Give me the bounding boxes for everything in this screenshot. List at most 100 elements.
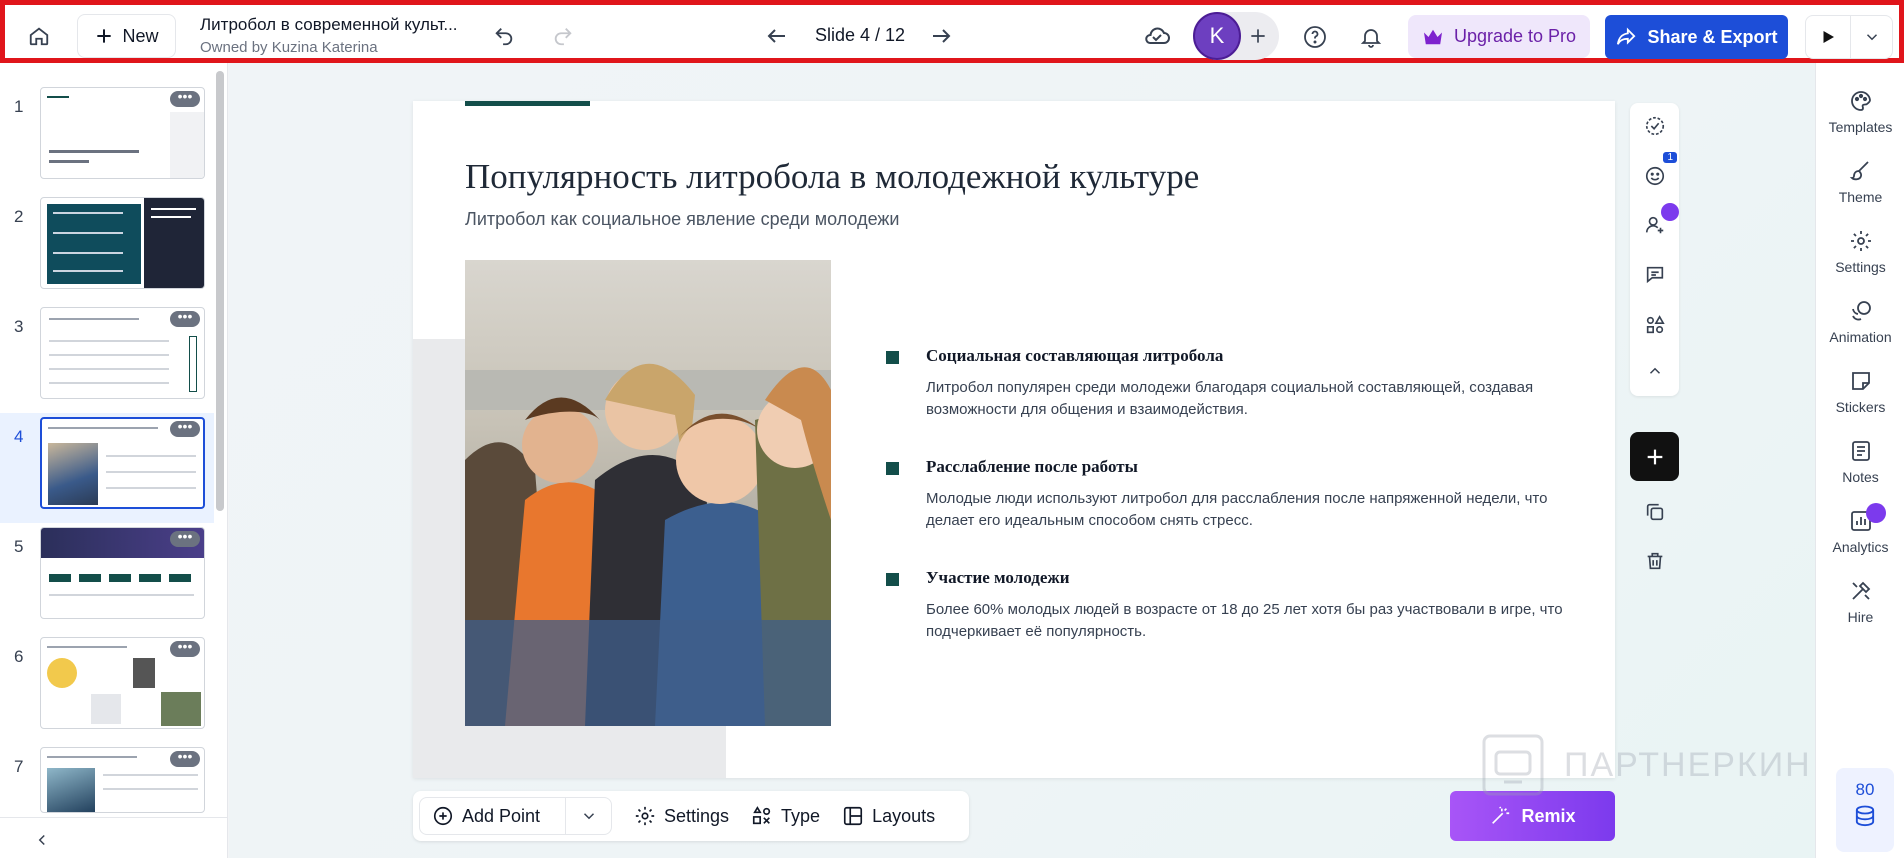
slide-settings-button[interactable]: Settings <box>634 805 729 827</box>
sidebar-item-notes[interactable]: Notes <box>1816 435 1904 495</box>
collapse-panel-button[interactable] <box>30 828 54 852</box>
sidebar-item-label: Hire <box>1847 609 1874 625</box>
slide-subtitle[interactable]: Литробол как социальное явление среди мо… <box>465 209 899 230</box>
elements-button[interactable] <box>1639 309 1671 341</box>
thumbnails-scrollbar[interactable] <box>216 71 224 511</box>
redo-icon <box>554 28 572 46</box>
slide-thumbnail-3[interactable]: 3 ••• <box>0 303 214 413</box>
bullet-point[interactable]: Расслабление после работы Молодые люди и… <box>886 457 1586 568</box>
help-button[interactable] <box>1297 19 1333 55</box>
add-point-dropdown[interactable] <box>566 807 611 825</box>
play-icon <box>1823 31 1834 43</box>
gear-icon <box>1850 231 1871 251</box>
slide-title[interactable]: Популярность литробола в молодежной куль… <box>465 157 1199 197</box>
pro-crown-icon <box>1661 203 1679 221</box>
comments-button[interactable] <box>1639 259 1671 291</box>
sidebar-item-hire[interactable]: Hire <box>1816 575 1904 635</box>
type-icon <box>752 806 771 825</box>
chevron-up-icon <box>1649 367 1661 374</box>
sidebar-item-analytics[interactable]: Analytics <box>1816 503 1904 565</box>
bullet-point[interactable]: Участие молодежи Более 60% молодых людей… <box>886 568 1586 679</box>
collapse-toolbar-button[interactable] <box>1639 355 1671 387</box>
slide-number: 1 <box>14 97 24 116</box>
type-button[interactable]: Type <box>751 805 820 827</box>
duplicate-slide-button[interactable] <box>1640 497 1670 527</box>
add-collaborator-button[interactable] <box>1241 19 1275 53</box>
bullet-title[interactable]: Социальная составляющая литробола <box>926 346 1223 366</box>
sidebar-item-stickers[interactable]: Stickers <box>1816 365 1904 425</box>
present-button[interactable] <box>1806 16 1850 58</box>
delete-slide-button[interactable] <box>1640 546 1670 576</box>
bullet-marker <box>886 351 899 364</box>
slide-photo[interactable] <box>465 260 831 726</box>
thumbnail-more-button[interactable]: ••• <box>170 529 200 547</box>
slide-thumbnail-1[interactable]: 1 ••• <box>0 83 214 193</box>
sidebar-item-templates[interactable]: Templates <box>1816 85 1904 145</box>
thumbnail-more-button[interactable]: ••• <box>170 309 200 327</box>
save-status-button[interactable] <box>1137 19 1177 53</box>
slide-number: 7 <box>14 757 24 776</box>
add-slide-button[interactable] <box>1630 432 1679 481</box>
animation-icon <box>1851 301 1871 321</box>
type-label: Type <box>781 805 821 826</box>
slide-accent-bar <box>465 101 590 106</box>
bullet-body[interactable]: Более 60% молодых людей в возрасте от 18… <box>926 599 1566 643</box>
thumbnail-more-button[interactable]: ••• <box>170 89 200 107</box>
previous-slide-button[interactable] <box>759 19 795 53</box>
sidebar-item-theme[interactable]: Theme <box>1816 155 1904 215</box>
slide-thumbnail-2[interactable]: 2 <box>0 193 214 303</box>
chevron-down-icon <box>1866 34 1877 41</box>
bell-icon <box>1360 29 1382 48</box>
upgrade-label: Upgrade to Pro <box>1453 26 1577 46</box>
thumbnail-more-button[interactable]: ••• <box>170 419 200 437</box>
document-title[interactable]: Литробол в современной культ... <box>200 15 458 35</box>
bullet-point[interactable]: Социальная составляющая литробола Литроб… <box>886 346 1586 457</box>
bullet-body[interactable]: Молодые люди используют литробол для рас… <box>926 488 1566 532</box>
bullet-title[interactable]: Участие молодежи <box>926 568 1070 588</box>
new-button[interactable]: New <box>77 14 176 58</box>
slide-thumbnail-6[interactable]: 6 ••• <box>0 633 214 743</box>
credits-count: 80 <box>1855 780 1875 799</box>
slide-number: 5 <box>14 537 24 556</box>
add-point-button[interactable]: Add Point <box>420 797 566 835</box>
slide-bottom-toolbar: Add Point Settings Type Layouts <box>413 791 969 841</box>
copy-icon <box>1646 503 1664 521</box>
chevron-left-icon <box>38 834 45 846</box>
plus-icon <box>1647 449 1662 464</box>
slide-4[interactable]: Популярность литробола в молодежной куль… <box>413 101 1615 778</box>
document-info[interactable]: Литробол в современной культ... Owned by… <box>200 15 458 56</box>
undo-button[interactable] <box>487 19 521 53</box>
slide-thumbnail-5[interactable]: 5 ••• <box>0 523 214 633</box>
assign-user-button[interactable] <box>1639 203 1679 241</box>
check-button[interactable] <box>1639 110 1671 142</box>
reactions-button[interactable]: 1 <box>1639 152 1677 192</box>
share-export-label: Share & Export <box>1647 26 1778 47</box>
sidebar-item-settings[interactable]: Settings <box>1816 225 1904 285</box>
gear-icon <box>635 806 655 826</box>
layouts-button[interactable]: Layouts <box>842 805 935 827</box>
arrow-left-icon <box>767 29 785 43</box>
next-slide-button[interactable] <box>923 19 959 53</box>
bullet-title[interactable]: Расслабление после работы <box>926 457 1138 477</box>
palette-icon <box>1850 91 1871 111</box>
bullet-body[interactable]: Литробол популярен среди молодежи благод… <box>926 377 1566 421</box>
share-export-button[interactable]: Share & Export <box>1605 15 1788 59</box>
thumbnail-more-button[interactable]: ••• <box>170 749 200 767</box>
slide-thumbnail-4[interactable]: 4 ••• <box>0 413 214 523</box>
sidebar-item-label: Stickers <box>1835 399 1886 415</box>
trash-icon <box>1647 552 1663 570</box>
user-avatar[interactable]: K <box>1193 12 1241 60</box>
home-button[interactable] <box>19 17 59 55</box>
slide-number: 6 <box>14 647 24 666</box>
sidebar-item-animation[interactable]: Animation <box>1816 295 1904 355</box>
present-options-dropdown[interactable] <box>1850 16 1892 58</box>
notifications-button[interactable] <box>1353 19 1389 55</box>
redo-button[interactable] <box>546 19 580 53</box>
upgrade-to-pro-button[interactable]: Upgrade to Pro <box>1408 15 1590 58</box>
watermark: ПАРТНЕРКИН <box>1478 730 1838 800</box>
pro-crown-icon <box>1866 503 1886 523</box>
slide-number: 3 <box>14 317 24 336</box>
credits-widget[interactable]: 80 <box>1836 768 1894 852</box>
shapes-icon <box>1646 315 1665 334</box>
thumbnail-more-button[interactable]: ••• <box>170 639 200 657</box>
